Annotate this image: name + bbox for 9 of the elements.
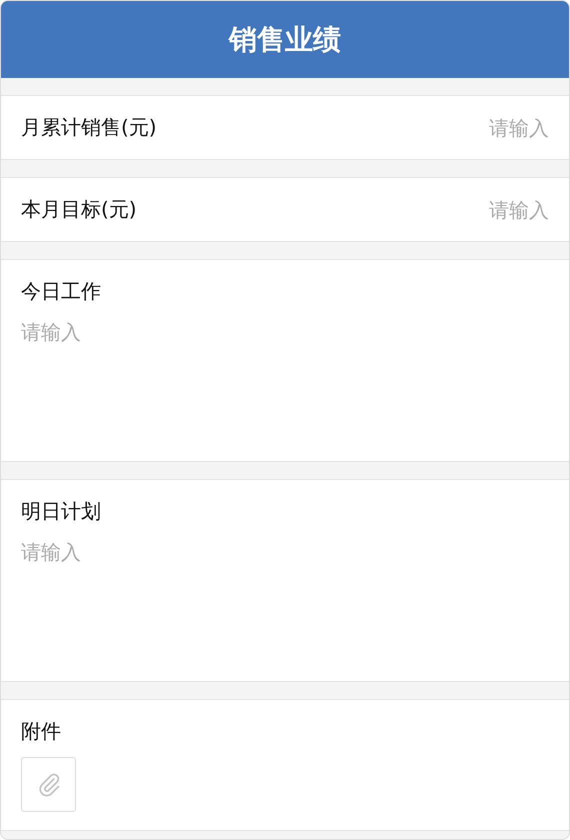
text-area[interactable]: 请输入: [1, 525, 569, 682]
field-label: 今日工作: [21, 279, 101, 303]
field-label: 附件: [21, 718, 61, 745]
field-label: 明日计划: [21, 499, 101, 523]
field-label: 月累计销售(元): [21, 114, 157, 141]
text-area[interactable]: 请输入: [1, 305, 569, 462]
field-label: 本月目标(元): [21, 196, 137, 223]
page-title: 销售业绩: [229, 22, 341, 58]
attach-button[interactable]: [21, 757, 76, 812]
